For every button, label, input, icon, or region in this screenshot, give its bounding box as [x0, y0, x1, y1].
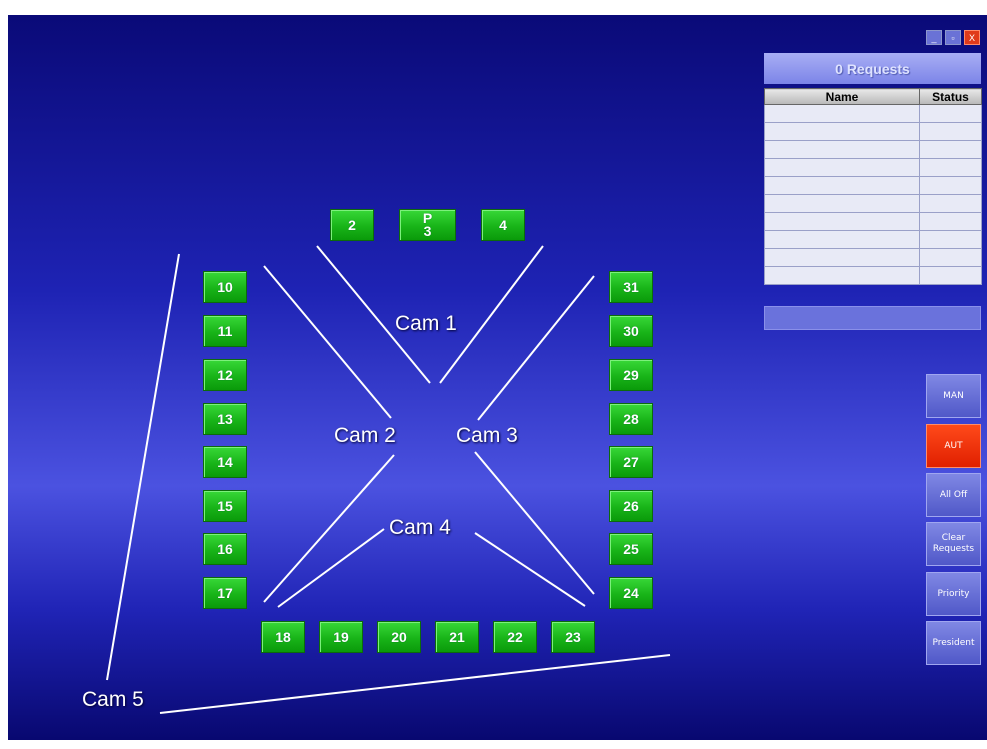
- seat-31[interactable]: 31: [609, 271, 653, 303]
- column-header-status[interactable]: Status: [919, 88, 982, 105]
- table-row[interactable]: [764, 158, 982, 177]
- seat-22[interactable]: 22: [493, 621, 537, 653]
- seat-19[interactable]: 19: [319, 621, 363, 653]
- seat-17[interactable]: 17: [203, 577, 247, 609]
- name-cell: [764, 176, 920, 195]
- name-cell: [764, 248, 920, 267]
- seat-27[interactable]: 27: [609, 446, 653, 478]
- requests-header: 0 Requests: [764, 53, 981, 84]
- cam2-label[interactable]: Cam 2: [334, 424, 396, 448]
- seat-28[interactable]: 28: [609, 403, 653, 435]
- seat-24[interactable]: 24: [609, 577, 653, 609]
- status-cell: [919, 104, 982, 123]
- maximize-button[interactable]: ▫: [945, 30, 961, 45]
- aut-button[interactable]: AUT: [926, 424, 981, 468]
- status-cell: [919, 266, 982, 285]
- cam1-label[interactable]: Cam 1: [395, 312, 457, 336]
- table-row[interactable]: [764, 140, 982, 159]
- seat-10[interactable]: 10: [203, 271, 247, 303]
- status-cell: [919, 140, 982, 159]
- man-button[interactable]: MAN: [926, 374, 981, 418]
- table-row[interactable]: [764, 230, 982, 249]
- requests-footer: [764, 306, 981, 330]
- president-button[interactable]: President: [926, 621, 981, 665]
- name-cell: [764, 158, 920, 177]
- cam3-label[interactable]: Cam 3: [456, 424, 518, 448]
- status-cell: [919, 122, 982, 141]
- status-cell: [919, 158, 982, 177]
- seat-number: 3: [423, 223, 432, 239]
- table-row[interactable]: [764, 266, 982, 285]
- seat-16[interactable]: 16: [203, 533, 247, 565]
- minimize-button[interactable]: _: [926, 30, 942, 45]
- seat-25[interactable]: 25: [609, 533, 653, 565]
- requests-table: Name Status: [764, 88, 982, 285]
- seat-18[interactable]: 18: [261, 621, 305, 653]
- cam4-label[interactable]: Cam 4: [389, 516, 451, 540]
- seat-29[interactable]: 29: [609, 359, 653, 391]
- table-row[interactable]: [764, 194, 982, 213]
- seat-23[interactable]: 23: [551, 621, 595, 653]
- table-row[interactable]: [764, 212, 982, 231]
- seat-15[interactable]: 15: [203, 490, 247, 522]
- priority-button[interactable]: Priority: [926, 572, 981, 616]
- clear-requests-button[interactable]: Clear Requests: [926, 522, 981, 566]
- column-header-name[interactable]: Name: [764, 88, 920, 105]
- seat-12[interactable]: 12: [203, 359, 247, 391]
- name-cell: [764, 104, 920, 123]
- table-row[interactable]: [764, 248, 982, 267]
- seat-14[interactable]: 14: [203, 446, 247, 478]
- status-cell: [919, 230, 982, 249]
- seat-20[interactable]: 20: [377, 621, 421, 653]
- name-cell: [764, 230, 920, 249]
- cam5-label[interactable]: Cam 5: [82, 688, 144, 712]
- name-cell: [764, 194, 920, 213]
- status-cell: [919, 212, 982, 231]
- name-cell: [764, 212, 920, 231]
- status-cell: [919, 194, 982, 213]
- seat-30[interactable]: 30: [609, 315, 653, 347]
- close-button[interactable]: X: [964, 30, 980, 45]
- seat-4[interactable]: 4: [481, 209, 525, 241]
- name-cell: [764, 122, 920, 141]
- table-row[interactable]: [764, 122, 982, 141]
- seat-2[interactable]: 2: [330, 209, 374, 241]
- seat-president-3[interactable]: P 3: [399, 209, 456, 241]
- all-off-button[interactable]: All Off: [926, 473, 981, 517]
- seat-11[interactable]: 11: [203, 315, 247, 347]
- status-cell: [919, 248, 982, 267]
- name-cell: [764, 266, 920, 285]
- table-row[interactable]: [764, 104, 982, 123]
- seat-21[interactable]: 21: [435, 621, 479, 653]
- seat-26[interactable]: 26: [609, 490, 653, 522]
- name-cell: [764, 140, 920, 159]
- seat-13[interactable]: 13: [203, 403, 247, 435]
- status-cell: [919, 176, 982, 195]
- table-row[interactable]: [764, 176, 982, 195]
